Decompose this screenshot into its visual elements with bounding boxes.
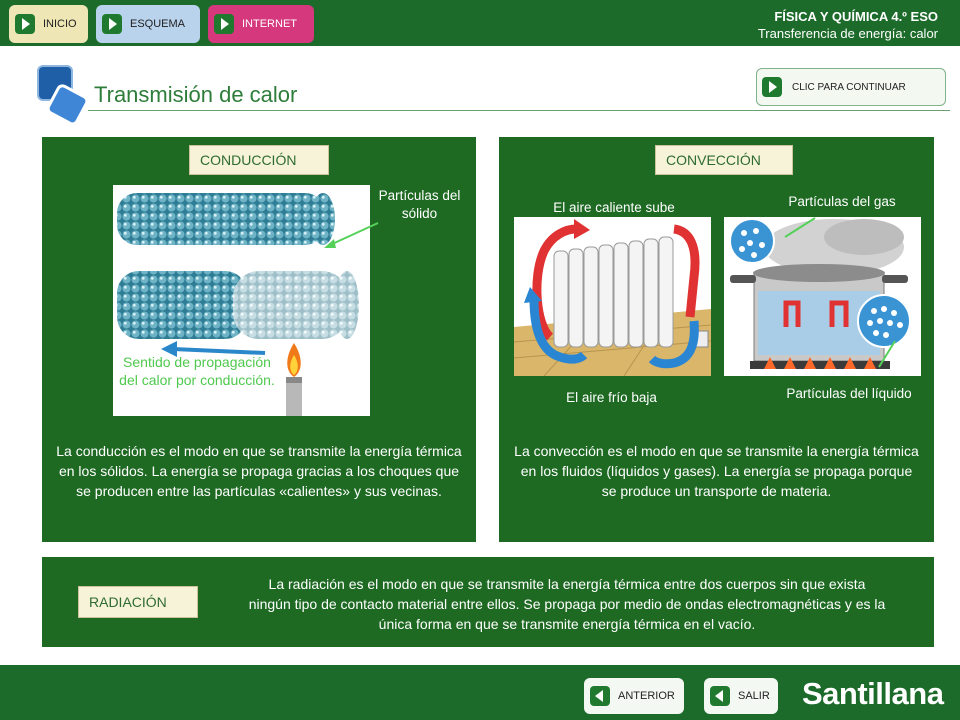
liquid-particles-label: Partículas del líquido [786,386,912,401]
conveccion-panel: CONVECCIÓN El aire caliente sube Partícu… [499,137,934,542]
subject-title: FÍSICA Y QUÍMICA 4.º ESO [774,9,938,24]
conveccion-description: La convección es el modo en que se trans… [514,443,919,499]
anterior-button[interactable]: ANTERIOR [584,678,684,714]
conduccion-tag: CONDUCCIÓN [189,145,329,175]
radiacion-description: La radiación es el modo en que se transm… [248,576,886,632]
page-title: Transmisión de calor [94,82,298,107]
santillana-logo: Santillana [802,676,944,711]
cold-air-label: El aire frío baja [566,390,657,405]
hot-air-label: El aire caliente sube [553,200,675,215]
internet-label: INTERNET [242,18,297,30]
liquid-pointer-line [878,340,896,368]
internet-button[interactable]: INTERNET [208,5,314,43]
conduccion-panel: CONDUCCIÓN Partículas del sólido Sentido… [42,137,476,542]
continue-label: CLIC PARA CONTINUAR [792,81,906,93]
play-icon [214,14,234,34]
propagation-direction-label: Sentido de propagación del calor por con… [119,354,275,388]
inicio-label: INICIO [43,18,77,30]
solid-particles-label: Partículas del sólido [378,188,461,221]
inicio-button[interactable]: INICIO [9,5,88,43]
play-icon [102,14,122,34]
pointer-line [324,222,379,248]
conduccion-description: La conducción es el modo en que se trans… [56,443,462,499]
back-icon [710,686,730,706]
gas-particles-label: Partículas del gas [788,194,896,209]
back-icon [590,686,610,706]
salir-label: SALIR [738,690,770,702]
salir-button[interactable]: SALIR [704,678,778,714]
header-info: FÍSICA Y QUÍMICA 4.º ESO Transferencia d… [758,9,938,42]
radiator-convection-image [514,219,711,376]
radiacion-tag: RADIACIÓN [78,586,198,618]
anterior-label: ANTERIOR [618,690,675,702]
play-icon [15,14,35,34]
topic-subtitle: Transferencia de energía: calor [757,26,938,41]
continue-button[interactable]: CLIC PARA CONTINUAR [756,68,946,106]
radiacion-panel: RADIACIÓN La radiación es el modo en que… [42,557,934,647]
esquema-button[interactable]: ESQUEMA [96,5,200,43]
gas-pointer-line [784,217,816,238]
esquema-label: ESQUEMA [130,18,186,30]
section-logo-icon [37,65,89,126]
radiator-illustration [514,217,711,376]
play-icon [762,77,782,97]
title-divider [88,110,950,111]
conveccion-tag: CONVECCIÓN [655,145,793,175]
slide-page: INICIO ESQUEMA INTERNET FÍSICA Y QUÍMICA… [0,0,960,720]
